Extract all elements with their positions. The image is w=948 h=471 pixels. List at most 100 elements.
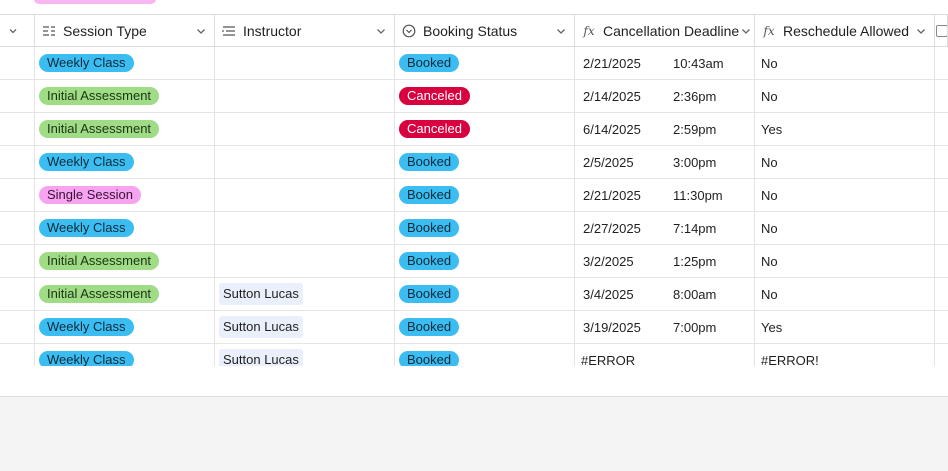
column-header-booking-status[interactable]: Booking Status xyxy=(395,15,575,46)
reschedule-value: No xyxy=(761,286,778,302)
booking-status-cell[interactable]: Booked xyxy=(395,47,575,79)
session-type-pill: Weekly Class xyxy=(39,219,134,237)
next-column-cell[interactable] xyxy=(935,245,948,277)
reschedule-allowed-cell[interactable]: No xyxy=(755,80,935,112)
table-row[interactable]: Weekly Class Booked 2/27/2025 7:14pm No xyxy=(0,212,948,245)
add-row-area[interactable] xyxy=(0,366,948,396)
cancellation-deadline-cell[interactable]: 2/5/2025 3:00pm xyxy=(575,146,755,178)
partial-pill xyxy=(34,0,156,4)
deadline-date: 3/19/2025 xyxy=(583,319,641,335)
booking-status-cell[interactable]: Canceled xyxy=(395,80,575,112)
next-column-cell[interactable] xyxy=(935,278,948,310)
session-type-cell[interactable]: Single Session xyxy=(35,179,215,211)
column-header-reschedule-allowed[interactable]: fx Reschedule Allowed xyxy=(755,15,935,46)
reschedule-allowed-cell[interactable]: No xyxy=(755,179,935,211)
table-row[interactable]: Weekly Class Booked 2/5/2025 3:00pm No xyxy=(0,146,948,179)
column-header-session-type[interactable]: Session Type xyxy=(35,15,215,46)
chevron-down-icon[interactable] xyxy=(554,24,568,38)
instructor-cell[interactable]: Sutton Lucas xyxy=(215,311,395,343)
chevron-down-icon[interactable] xyxy=(374,24,388,38)
booking-status-cell[interactable]: Booked xyxy=(395,311,575,343)
row-number-cell[interactable] xyxy=(0,146,35,178)
reschedule-allowed-cell[interactable]: No xyxy=(755,47,935,79)
column-header-next-partial[interactable] xyxy=(935,15,948,46)
reschedule-allowed-cell[interactable]: Yes xyxy=(755,311,935,343)
session-type-cell[interactable]: Initial Assessment xyxy=(35,80,215,112)
table-row[interactable]: Weekly Class Booked 2/21/2025 10:43am No xyxy=(0,47,948,80)
instructor-cell[interactable] xyxy=(215,47,395,79)
deadline-date: 2/21/2025 xyxy=(583,55,641,71)
cancellation-deadline-cell[interactable]: 2/21/2025 11:30pm xyxy=(575,179,755,211)
session-type-cell[interactable]: Weekly Class xyxy=(35,146,215,178)
deadline-time: 3:00pm xyxy=(673,154,717,170)
reschedule-allowed-cell[interactable]: Yes xyxy=(755,113,935,145)
row-number-cell[interactable] xyxy=(0,179,35,211)
instructor-cell[interactable] xyxy=(215,179,395,211)
session-type-cell[interactable]: Weekly Class xyxy=(35,212,215,244)
row-number-header[interactable] xyxy=(0,15,35,46)
instructor-cell[interactable] xyxy=(215,245,395,277)
column-header-instructor[interactable]: Instructor xyxy=(215,15,395,46)
row-number-cell[interactable] xyxy=(0,47,35,79)
session-type-cell[interactable]: Initial Assessment xyxy=(35,278,215,310)
instructor-cell[interactable]: Sutton Lucas xyxy=(215,278,395,310)
booking-status-cell[interactable]: Booked xyxy=(395,245,575,277)
row-number-cell[interactable] xyxy=(0,212,35,244)
session-type-cell[interactable]: Weekly Class xyxy=(35,47,215,79)
chevron-down-icon[interactable] xyxy=(6,24,20,38)
cancellation-deadline-cell[interactable]: 6/14/2025 2:59pm xyxy=(575,113,755,145)
cancellation-deadline-cell[interactable]: 2/21/2025 10:43am xyxy=(575,47,755,79)
booking-status-cell[interactable]: Booked xyxy=(395,212,575,244)
instructor-cell[interactable] xyxy=(215,146,395,178)
table-row[interactable]: Initial Assessment Canceled 6/14/2025 2:… xyxy=(0,113,948,146)
cancellation-deadline-cell[interactable]: 2/14/2025 2:36pm xyxy=(575,80,755,112)
table-row[interactable]: Weekly Class Sutton Lucas Booked 3/19/20… xyxy=(0,311,948,344)
table-row[interactable]: Initial Assessment Canceled 2/14/2025 2:… xyxy=(0,80,948,113)
deadline-time: 11:30pm xyxy=(673,187,723,203)
deadline-date: 3/2/2025 xyxy=(583,253,634,269)
table-row[interactable]: Initial Assessment Sutton Lucas Booked 3… xyxy=(0,278,948,311)
chevron-down-icon[interactable] xyxy=(739,24,753,38)
next-column-cell[interactable] xyxy=(935,146,948,178)
table-row[interactable]: Single Session Booked 2/21/2025 11:30pm … xyxy=(0,179,948,212)
next-column-cell[interactable] xyxy=(935,212,948,244)
reschedule-allowed-cell[interactable]: No xyxy=(755,146,935,178)
row-number-cell[interactable] xyxy=(0,245,35,277)
row-number-cell[interactable] xyxy=(0,278,35,310)
cancellation-deadline-cell[interactable]: 3/4/2025 8:00am xyxy=(575,278,755,310)
cancellation-deadline-cell[interactable]: 3/2/2025 1:25pm xyxy=(575,245,755,277)
booking-status-cell[interactable]: Booked xyxy=(395,146,575,178)
column-header-cancellation-deadline[interactable]: fx Cancellation Deadline xyxy=(575,15,755,46)
next-column-cell[interactable] xyxy=(935,179,948,211)
row-number-cell[interactable] xyxy=(0,311,35,343)
reschedule-allowed-cell[interactable]: No xyxy=(755,245,935,277)
next-column-cell[interactable] xyxy=(935,113,948,145)
table-row[interactable]: Initial Assessment Booked 3/2/2025 1:25p… xyxy=(0,245,948,278)
reschedule-allowed-cell[interactable]: No xyxy=(755,212,935,244)
list-icon xyxy=(221,23,237,39)
chevron-down-icon[interactable] xyxy=(194,24,208,38)
instructor-cell[interactable] xyxy=(215,80,395,112)
session-type-pill: Initial Assessment xyxy=(39,252,160,270)
next-column-cell[interactable] xyxy=(935,80,948,112)
next-column-cell[interactable] xyxy=(935,311,948,343)
instructor-cell[interactable] xyxy=(215,113,395,145)
session-type-cell[interactable]: Initial Assessment xyxy=(35,113,215,145)
cancellation-deadline-cell[interactable]: 3/19/2025 7:00pm xyxy=(575,311,755,343)
booking-status-cell[interactable]: Booked xyxy=(395,278,575,310)
session-type-cell[interactable]: Weekly Class xyxy=(35,311,215,343)
reschedule-value: Yes xyxy=(761,121,783,137)
checkbox-icon xyxy=(936,25,947,37)
booking-status-cell[interactable]: Booked xyxy=(395,179,575,211)
booking-status-cell[interactable]: Canceled xyxy=(395,113,575,145)
reschedule-allowed-cell[interactable]: No xyxy=(755,278,935,310)
reschedule-value: No xyxy=(761,154,778,170)
session-type-cell[interactable]: Initial Assessment xyxy=(35,245,215,277)
chevron-down-icon[interactable] xyxy=(914,24,928,38)
instructor-cell[interactable] xyxy=(215,212,395,244)
row-number-cell[interactable] xyxy=(0,113,35,145)
cancellation-deadline-cell[interactable]: 2/27/2025 7:14pm xyxy=(575,212,755,244)
deadline-date: 2/5/2025 xyxy=(583,154,634,170)
next-column-cell[interactable] xyxy=(935,47,948,79)
row-number-cell[interactable] xyxy=(0,80,35,112)
